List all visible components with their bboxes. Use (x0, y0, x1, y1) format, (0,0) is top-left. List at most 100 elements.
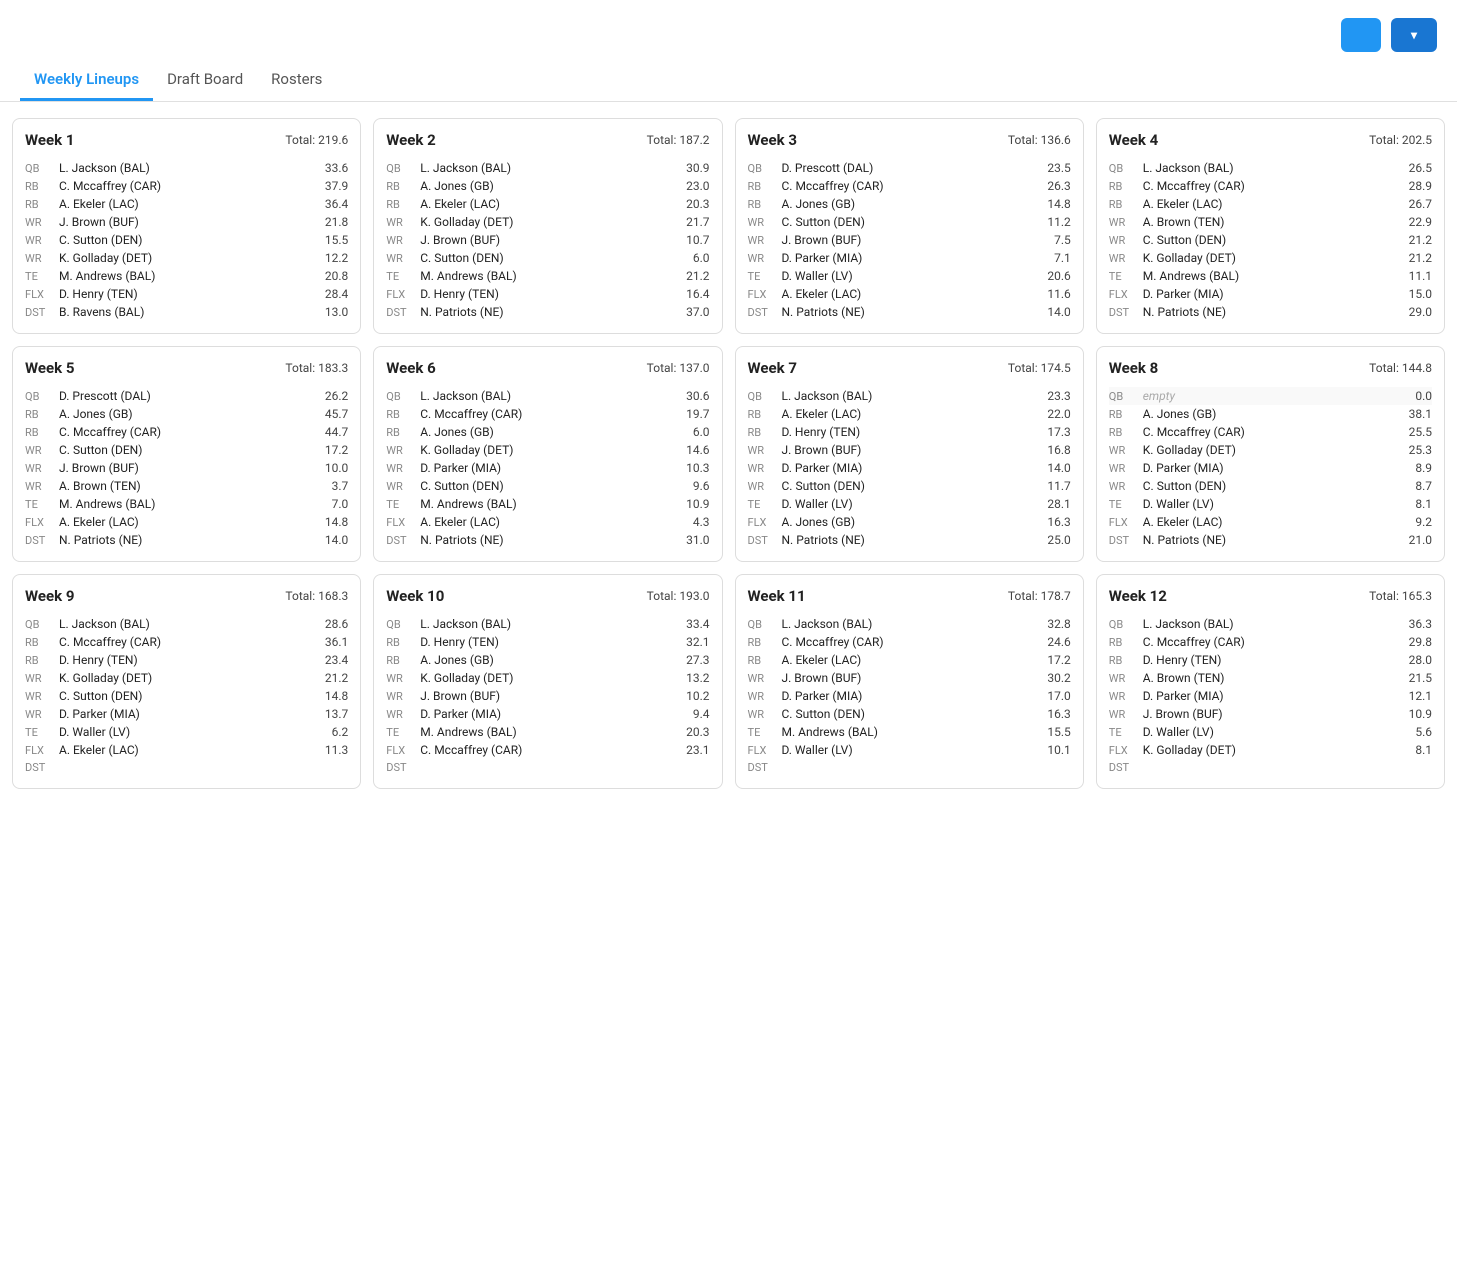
player-position: WR (748, 234, 780, 247)
player-name: A. Jones (GB) (420, 425, 691, 439)
player-score: 9.6 (693, 479, 710, 493)
player-name: K. Golladay (DET) (59, 251, 323, 265)
player-row: DSTN. Patriots (NE)31.0 (386, 531, 709, 549)
player-name: A. Jones (GB) (420, 653, 684, 667)
player-row: QBL. Jackson (BAL)30.9 (386, 159, 709, 177)
player-position: TE (748, 726, 780, 739)
player-row: QBL. Jackson (BAL)30.6 (386, 387, 709, 405)
player-score: 33.4 (686, 617, 709, 631)
nav-weekly-lineups[interactable]: Weekly Lineups (20, 60, 153, 101)
player-position: DST (386, 761, 418, 774)
nav-rosters[interactable]: Rosters (257, 60, 336, 101)
player-name: C. Sutton (DEN) (59, 233, 323, 247)
player-name: A. Ekeler (LAC) (782, 407, 1046, 421)
player-position: WR (386, 462, 418, 475)
player-name: M. Andrews (BAL) (420, 269, 684, 283)
player-row: WRC. Sutton (DEN)15.5 (25, 231, 348, 249)
week-6-title: Week 6 (386, 359, 435, 377)
player-score: 26.3 (1047, 179, 1070, 193)
player-row: FLXK. Golladay (DET)8.1 (1109, 741, 1432, 759)
player-position: QB (1109, 162, 1141, 175)
player-score: 23.0 (686, 179, 709, 193)
player-score: 17.3 (1047, 425, 1070, 439)
player-name: C. Sutton (DEN) (420, 251, 691, 265)
week-card-12: Week 12Total: 165.3QBL. Jackson (BAL)36.… (1096, 574, 1445, 789)
player-score: 14.6 (686, 443, 709, 457)
player-row: DSTN. Patriots (NE)21.0 (1109, 531, 1432, 549)
player-score: 14.0 (1047, 305, 1070, 319)
player-name: J. Brown (BUF) (59, 215, 323, 229)
week-12-title: Week 12 (1109, 587, 1167, 605)
player-name: M. Andrews (BAL) (420, 725, 684, 739)
player-row: QBD. Prescott (DAL)26.2 (25, 387, 348, 405)
player-position: TE (748, 270, 780, 283)
player-score: 20.3 (686, 197, 709, 211)
player-score: 6.2 (332, 725, 349, 739)
player-name: K. Golladay (DET) (420, 443, 684, 457)
player-score: 8.1 (1415, 497, 1432, 511)
player-name: D. Parker (MIA) (420, 707, 691, 721)
week-card-11: Week 11Total: 178.7QBL. Jackson (BAL)32.… (735, 574, 1084, 789)
share-button[interactable] (1391, 18, 1437, 52)
player-row: WRK. Golladay (DET)21.2 (25, 669, 348, 687)
player-name: C. Mccaffrey (CAR) (782, 179, 1046, 193)
player-name: D. Parker (MIA) (59, 707, 323, 721)
player-name: M. Andrews (BAL) (59, 497, 330, 511)
player-position: DST (25, 761, 57, 774)
player-score: 3.7 (332, 479, 349, 493)
player-name: D. Parker (MIA) (1143, 689, 1407, 703)
player-position: RB (748, 408, 780, 421)
player-score: 30.6 (686, 389, 709, 403)
player-name: C. Sutton (DEN) (782, 707, 1046, 721)
player-row: RBA. Jones (GB)27.3 (386, 651, 709, 669)
player-name: C. Sutton (DEN) (782, 215, 1046, 229)
player-name: A. Ekeler (LAC) (59, 197, 323, 211)
player-name: C. Mccaffrey (CAR) (1143, 425, 1407, 439)
player-score: 28.6 (325, 617, 348, 631)
week-card-3: Week 3Total: 136.6QBD. Prescott (DAL)23.… (735, 118, 1084, 334)
player-row: QBD. Prescott (DAL)23.5 (748, 159, 1071, 177)
player-row: WRC. Sutton (DEN)17.2 (25, 441, 348, 459)
player-name: D. Henry (TEN) (59, 653, 323, 667)
week-3-total: Total: 136.6 (1008, 133, 1071, 147)
player-name: J. Brown (BUF) (420, 689, 684, 703)
play-again-button[interactable] (1341, 18, 1381, 52)
player-row: RBD. Henry (TEN)23.4 (25, 651, 348, 669)
player-name: A. Brown (TEN) (1143, 671, 1407, 685)
player-name: A. Ekeler (LAC) (1143, 515, 1414, 529)
player-position: FLX (386, 744, 418, 757)
player-position: RB (25, 180, 57, 193)
player-name: D. Parker (MIA) (1143, 461, 1414, 475)
player-row: WRK. Golladay (DET)13.2 (386, 669, 709, 687)
player-score: 21.8 (325, 215, 348, 229)
player-position: WR (748, 216, 780, 229)
week-7-total: Total: 174.5 (1008, 361, 1071, 375)
player-position: FLX (1109, 288, 1141, 301)
player-row: RBC. Mccaffrey (CAR)36.1 (25, 633, 348, 651)
player-position: FLX (1109, 516, 1141, 529)
player-score: 25.3 (1409, 443, 1432, 457)
player-row: WRC. Sutton (DEN)16.3 (748, 705, 1071, 723)
player-name: L. Jackson (BAL) (1143, 161, 1407, 175)
player-row: WRA. Brown (TEN)3.7 (25, 477, 348, 495)
player-row: QBL. Jackson (BAL)28.6 (25, 615, 348, 633)
player-name: N. Patriots (NE) (782, 533, 1046, 547)
player-row: RBA. Jones (GB)23.0 (386, 177, 709, 195)
nav-draft-board[interactable]: Draft Board (153, 60, 257, 101)
player-row: WRD. Parker (MIA)17.0 (748, 687, 1071, 705)
week-2-title: Week 2 (386, 131, 435, 149)
player-score: 20.8 (325, 269, 348, 283)
player-score: 0.0 (1415, 389, 1432, 403)
player-position: WR (25, 462, 57, 475)
player-score: 28.4 (325, 287, 348, 301)
player-score: 15.5 (325, 233, 348, 247)
player-position: DST (25, 534, 57, 547)
player-name: A. Ekeler (LAC) (1143, 197, 1407, 211)
player-name: C. Sutton (DEN) (782, 479, 1046, 493)
player-row: RBC. Mccaffrey (CAR)44.7 (25, 423, 348, 441)
player-score: 11.1 (1409, 269, 1432, 283)
player-name: M. Andrews (BAL) (59, 269, 323, 283)
player-score: 26.7 (1409, 197, 1432, 211)
player-score: 17.0 (1047, 689, 1070, 703)
player-score: 22.0 (1047, 407, 1070, 421)
